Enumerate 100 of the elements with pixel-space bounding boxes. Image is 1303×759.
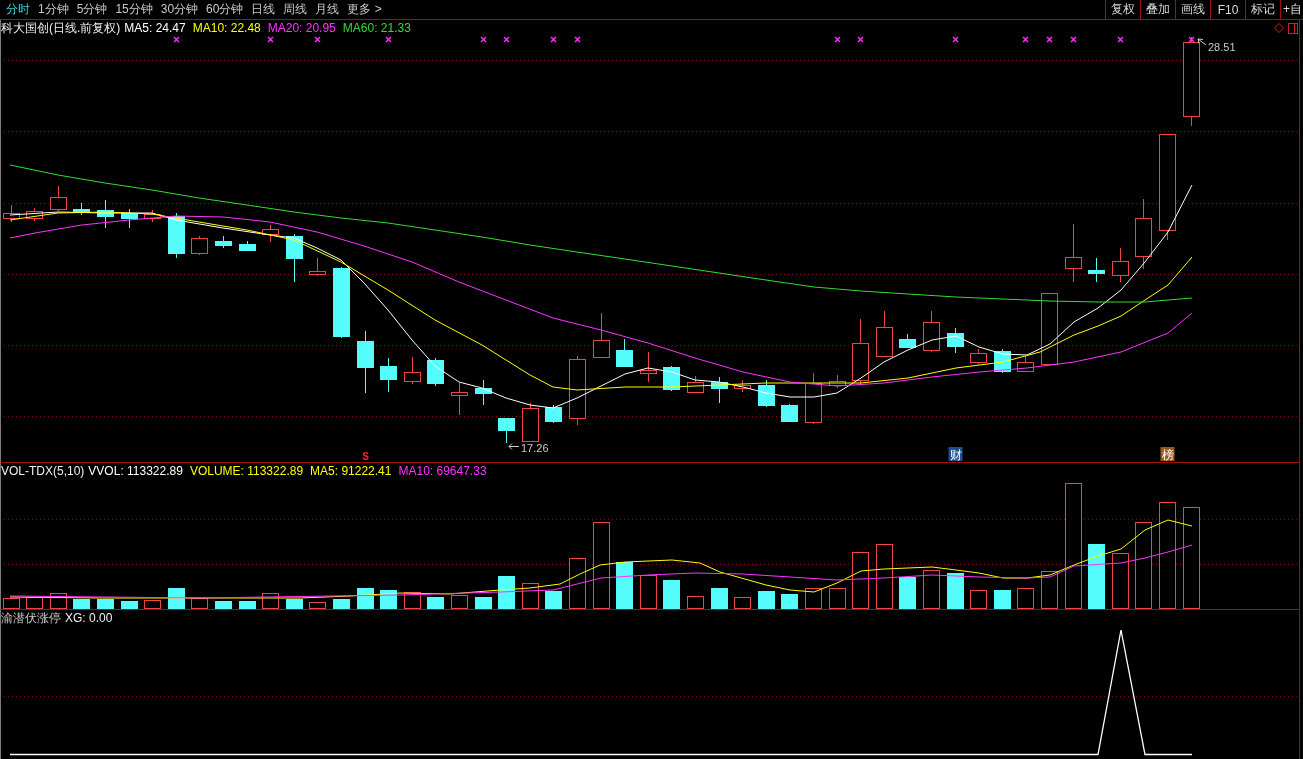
period-tab[interactable]: 60分钟: [202, 0, 248, 19]
volume-bar: [899, 577, 916, 609]
volume-bar: [781, 594, 798, 609]
volume-bar: [215, 601, 232, 609]
period-tab[interactable]: 30分钟: [156, 0, 203, 19]
volume-bar: [852, 552, 869, 609]
event-badge: 榜: [1160, 447, 1175, 462]
toolbar-button[interactable]: 画线: [1175, 0, 1210, 19]
period-tab[interactable]: 15分钟: [111, 0, 157, 19]
candlestick: [191, 235, 208, 256]
volume-bar: [829, 588, 846, 609]
candlestick: [1088, 257, 1105, 283]
indicator-value: XG: 0.00: [65, 611, 113, 625]
toolbar-button[interactable]: 标记: [1245, 0, 1280, 19]
candlestick: [309, 257, 326, 277]
candlestick: [357, 330, 374, 394]
x-marker-icon: [267, 36, 274, 43]
x-marker-icon: [952, 36, 959, 43]
candlestick: [475, 379, 492, 406]
candlestick: [215, 235, 232, 249]
candlestick: [404, 356, 421, 385]
indicator-value: MA5: 91222.41: [310, 464, 392, 478]
candlestick: [26, 207, 43, 222]
candlestick: [522, 402, 539, 442]
candlestick: [286, 233, 303, 283]
volume-bar: [758, 591, 775, 609]
volume-bar: [26, 597, 43, 609]
candlestick: [876, 310, 893, 358]
period-tab[interactable]: 5分钟: [72, 0, 112, 19]
volume-bar: [734, 597, 751, 609]
volume-bar: [663, 580, 680, 609]
candlestick: [899, 333, 916, 349]
candlestick: [545, 404, 562, 424]
split-square-icon: [1288, 22, 1298, 34]
x-marker-icon: [314, 36, 321, 43]
event-badge: 财: [948, 447, 963, 462]
volume-bar: [239, 601, 256, 609]
candlestick: [50, 185, 67, 212]
candlestick: [711, 376, 728, 404]
candlestick: [1017, 355, 1034, 373]
volume-bar: [451, 595, 468, 609]
volume-bar: [711, 588, 728, 609]
volume-bar: [309, 602, 326, 609]
period-tab[interactable]: 月线: [311, 0, 344, 19]
x-marker-icon: [1046, 36, 1053, 43]
x-marker-icon: [1022, 36, 1029, 43]
volume-bar: [1041, 571, 1058, 609]
volume-bar: [522, 583, 539, 609]
candlestick: [758, 379, 775, 408]
candlestick: [73, 202, 90, 216]
volume-bar: [3, 598, 20, 609]
moving-average-label: MA10: 22.48: [192, 21, 261, 35]
x-marker-icon: [1070, 36, 1077, 43]
diamond-icon: [1274, 23, 1284, 33]
period-tab[interactable]: 日线: [247, 0, 280, 19]
toolbar-button[interactable]: 叠加: [1140, 0, 1175, 19]
candlestick: [805, 372, 822, 425]
period-tab[interactable]: 更多 >: [343, 0, 386, 19]
moving-average-label: MA5: 24.47: [124, 21, 186, 35]
candlestick: [569, 355, 586, 426]
volume-bar: [687, 596, 704, 609]
volume-bar: [569, 558, 586, 609]
volume-bar: [427, 597, 444, 609]
period-tab[interactable]: 1分钟: [34, 0, 73, 19]
toolbar-button[interactable]: 复权: [1105, 0, 1140, 19]
moving-average-label: MA60: 21.33: [342, 21, 411, 35]
x-marker-icon: [480, 36, 487, 43]
volume-bar: [333, 599, 350, 609]
candlestick: [498, 417, 515, 444]
volume-bar: [616, 562, 633, 609]
candlestick: [923, 310, 940, 353]
x-marker-icon: [1117, 36, 1124, 43]
indicator-value: VVOL: 113322.89: [88, 464, 183, 478]
toolbar-button[interactable]: F10: [1210, 0, 1245, 19]
candlestick: [427, 357, 444, 387]
indicator-title: 渝潜伏涨停: [1, 609, 61, 627]
candlestick: [616, 338, 633, 368]
volume-bar: [947, 573, 964, 609]
candlestick: [97, 199, 114, 229]
period-tab[interactable]: 分时: [2, 0, 34, 19]
period-tab[interactable]: 周线: [279, 0, 312, 19]
candlestick: [829, 374, 846, 389]
volume-bar: [805, 588, 822, 609]
volume-bar: [970, 590, 987, 609]
candlestick: [121, 208, 138, 229]
volume-bar: [144, 600, 161, 609]
volume-bar: [191, 598, 208, 609]
volume-bar: [121, 601, 138, 609]
high-price-label: 28.51: [1208, 41, 1236, 53]
x-marker-icon: [574, 36, 581, 43]
toolbar-button[interactable]: +自: [1280, 0, 1303, 19]
volume-bar: [380, 590, 397, 609]
volume-bar: [1088, 544, 1105, 609]
candlestick: [947, 327, 964, 354]
volume-bar: [97, 599, 114, 609]
arrow-icon: [508, 443, 520, 450]
event-marker: S: [362, 451, 369, 462]
candlestick: [687, 375, 704, 394]
x-marker-icon: [857, 36, 864, 43]
candlestick: [262, 224, 279, 243]
